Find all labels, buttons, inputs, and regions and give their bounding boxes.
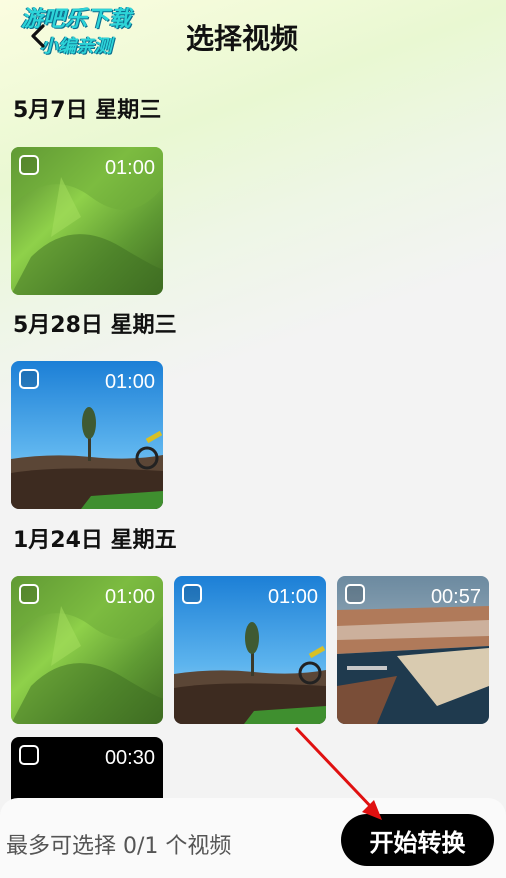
video-thumbnail[interactable]: 01:00: [11, 147, 163, 295]
video-thumbnail[interactable]: 00:57: [337, 576, 489, 724]
section-date: 5月7日 星期三: [13, 98, 162, 123]
back-arrow-icon[interactable]: [26, 22, 54, 50]
video-duration: 01:00: [267, 586, 318, 608]
video-duration: 01:00: [104, 371, 155, 393]
start-convert-button[interactable]: 开始转换: [341, 814, 494, 866]
select-checkbox[interactable]: [19, 155, 39, 175]
video-thumbnail[interactable]: 01:00: [174, 576, 326, 724]
video-thumbnail[interactable]: 01:00: [11, 361, 163, 509]
section-date: 1月24日 星期五: [13, 528, 177, 553]
selection-limit-text: 最多可选择 0/1 个视频: [6, 834, 232, 859]
section-date: 5月28日 星期三: [13, 313, 177, 338]
select-checkbox[interactable]: [19, 584, 39, 604]
select-checkbox[interactable]: [345, 584, 365, 604]
video-thumbnail[interactable]: 01:00: [11, 576, 163, 724]
video-duration: 00:30: [104, 747, 155, 769]
select-checkbox[interactable]: [19, 369, 39, 389]
video-duration: 01:00: [104, 157, 155, 179]
video-duration: 01:00: [104, 586, 155, 608]
select-checkbox[interactable]: [19, 745, 39, 765]
header: 游吧乐下载 小编亲测 选择视频: [0, 0, 506, 75]
select-checkbox[interactable]: [182, 584, 202, 604]
page-title: 选择视频: [186, 22, 299, 55]
video-duration: 00:57: [430, 586, 481, 608]
bottom-bar: 最多可选择 0/1 个视频 开始转换: [0, 798, 506, 878]
